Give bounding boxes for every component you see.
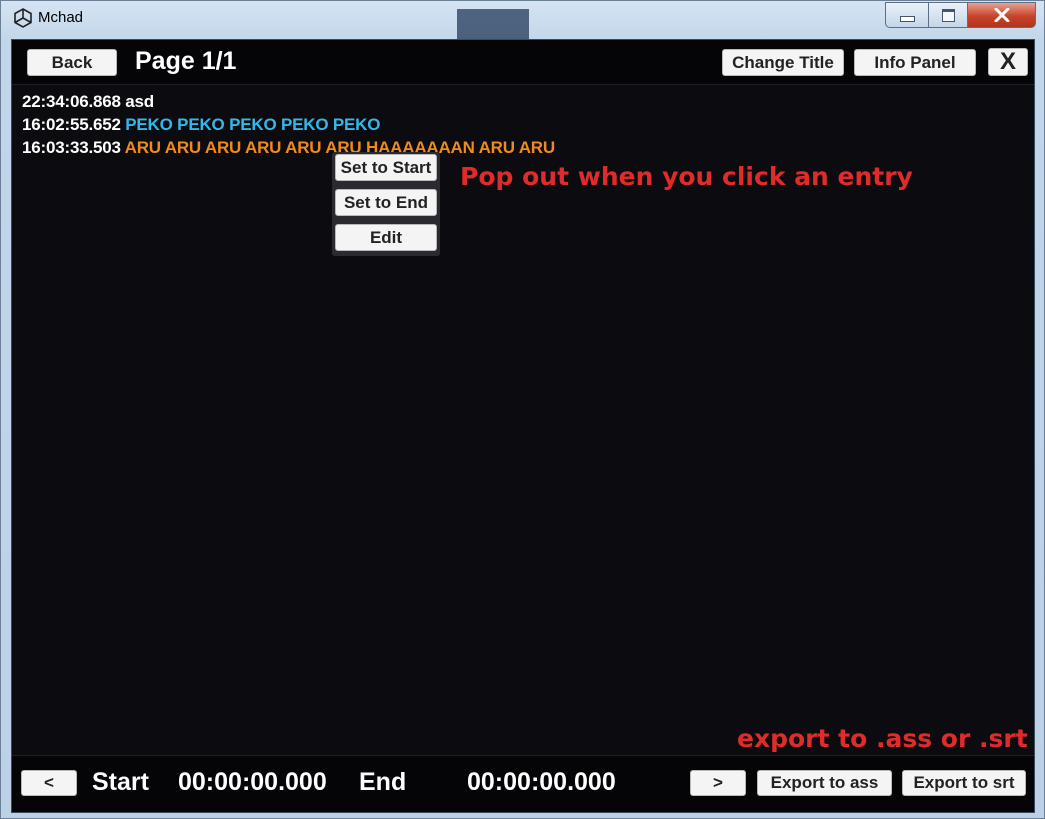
set-to-start-button[interactable]: Set to Start [335,154,437,181]
entry-row[interactable]: 16:02:55.652 PEKO PEKO PEKO PEKO PEKO [22,115,555,138]
title-bar[interactable]: Mchad [1,1,1044,39]
entry-context-popup: Set to Start Set to End Edit [332,152,440,256]
maximize-icon [941,8,955,22]
back-button[interactable]: Back [27,49,117,76]
close-window-button[interactable] [967,2,1036,28]
entry-row[interactable]: 16:03:33.503 ARU ARU ARU ARU ARU ARU HAA… [22,138,555,161]
popup-annotation: Pop out when you click an entry [460,162,913,191]
footer-bar: < Start 00:00:00.000 End 00:00:00.000 > … [12,755,1034,812]
minimize-button[interactable] [885,2,929,28]
entry-timestamp: 16:02:55.652 [22,115,121,134]
minimize-icon [899,16,915,22]
unity-icon [14,8,32,28]
start-time: 00:00:00.000 [178,768,327,796]
prev-page-button[interactable]: < [21,770,77,796]
start-label: Start [92,768,149,796]
window-title: Mchad [38,9,84,26]
set-to-end-button[interactable]: Set to End [335,189,437,216]
export-annotation: export to .ass or .srt [737,724,1028,753]
next-page-button[interactable]: > [690,770,746,796]
entry-list: 22:34:06.868 asd 16:02:55.652 PEKO PEKO P… [22,92,555,161]
end-label: End [359,768,407,796]
close-panel-button[interactable]: X [988,48,1028,76]
edit-button[interactable]: Edit [335,224,437,251]
page-indicator: Page 1/1 [135,47,237,75]
entry-text: PEKO PEKO PEKO PEKO PEKO [125,115,381,134]
app-window: Mchad Back Page 1/1 Change Title Info Pa… [0,0,1045,819]
info-panel-button[interactable]: Info Panel [854,49,976,76]
entry-timestamp: 16:03:33.503 [22,138,121,157]
maximize-button[interactable] [928,2,968,28]
end-time: 00:00:00.000 [467,768,616,796]
header-bar: Back Page 1/1 Change Title Info Panel X [12,40,1034,85]
change-title-button[interactable]: Change Title [722,49,844,76]
export-ass-button[interactable]: Export to ass [757,770,892,796]
close-icon [994,8,1009,22]
taskbar-thumbnail [457,9,529,39]
entry-timestamp: 22:34:06.868 [22,92,121,111]
entry-text: asd [125,92,154,111]
entry-row[interactable]: 22:34:06.868 asd [22,92,555,115]
main-panel: Back Page 1/1 Change Title Info Panel X … [11,39,1035,813]
export-srt-button[interactable]: Export to srt [902,770,1026,796]
